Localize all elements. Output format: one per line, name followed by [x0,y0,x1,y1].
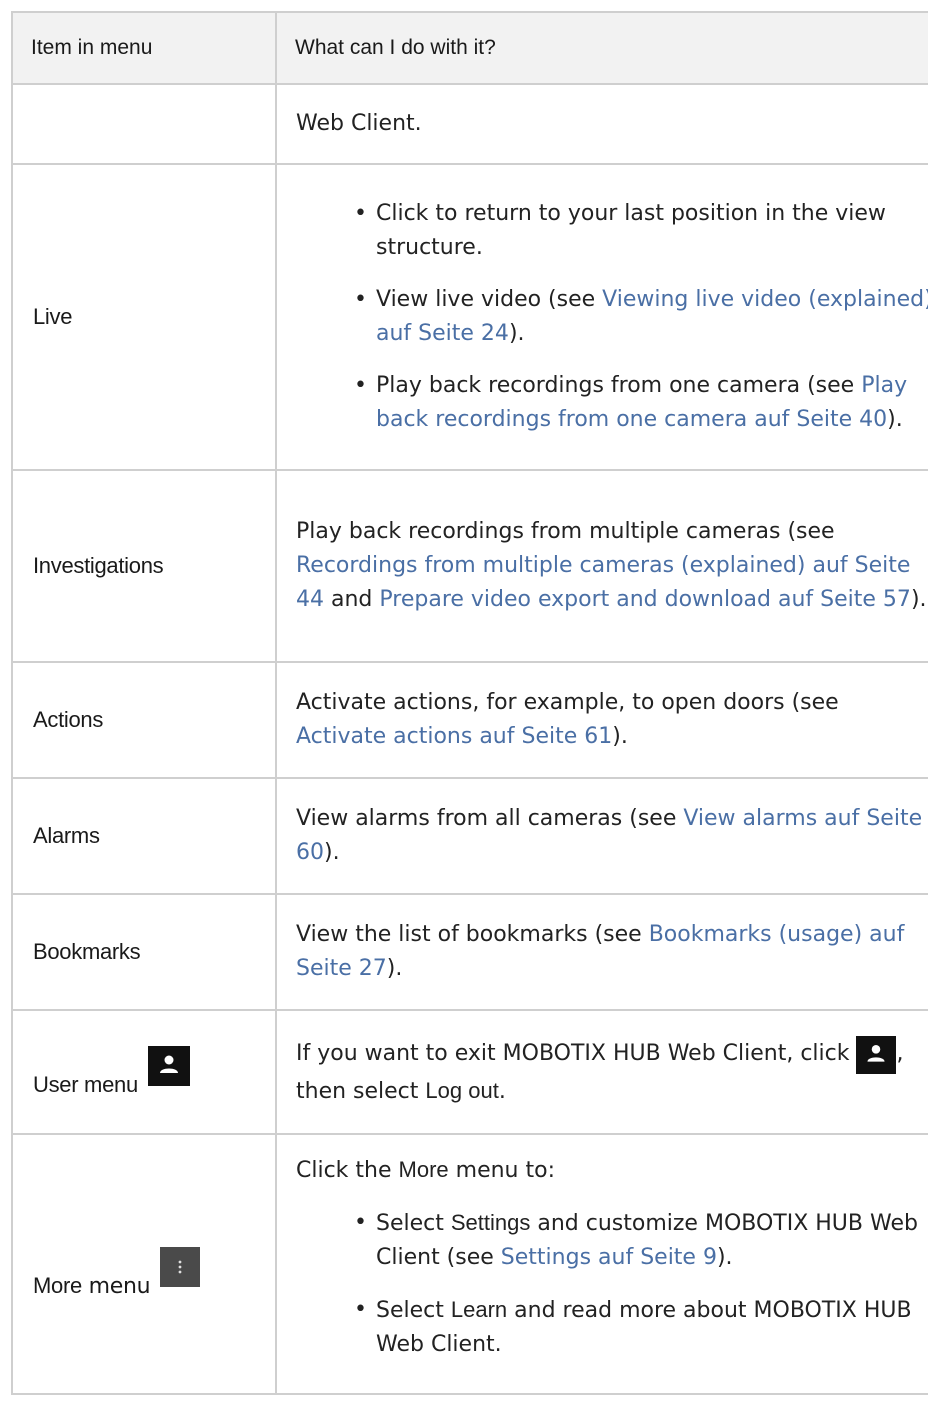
item-investigations: Investigations [11,469,277,663]
desc-cell-more-menu: Click the More menu to: Select Settings … [275,1133,928,1395]
header-item-in-menu: Item in menu [11,11,277,85]
list-item: Select Learn and read more about MOBOTIX… [354,1293,928,1362]
desc-cell-alarms: View alarms from all cameras (see View a… [275,777,928,895]
table-row: User menu If you want to exit MOBOTIX HU… [11,1009,928,1135]
table-row: Investigations Play back recordings from… [11,469,928,663]
vertical-dots-icon[interactable] [160,1247,201,1287]
link-settings[interactable]: Settings auf Seite 9 [501,1245,717,1270]
table-row: Actions Activate actions, for example, t… [11,661,928,779]
table-row: Bookmarks View the list of bookmarks (se… [11,893,928,1011]
table-row: Web Client. [11,83,928,165]
table-row: Live Click to return to your last positi… [11,163,928,471]
user-menu-text: If you want to exit MOBOTIX HUB Web Clie… [296,1035,928,1109]
item-more-menu: More menu [11,1133,277,1395]
list-item: Select Settings and customize MOBOTIX HU… [354,1206,928,1275]
table-header-row: Item in menu What can I do with it? [11,11,928,85]
item-cell-empty [11,83,277,165]
list-item: View live video (see Viewing live video … [354,283,928,351]
item-bookmarks: Bookmarks [11,893,277,1011]
more-menu-intro: Click the More menu to: [296,1157,555,1183]
desc-cell-live: Click to return to your last position in… [275,163,928,471]
item-actions: Actions [11,661,277,779]
list-item: Click to return to your last position in… [354,197,928,265]
item-alarms: Alarms [11,777,277,895]
link-prepare-video-export[interactable]: Prepare video export and download auf Se… [379,587,911,612]
desc-cell-actions: Activate actions, for example, to open d… [275,661,928,779]
more-menu-bullet-list: Select Settings and customize MOBOTIX HU… [296,1206,928,1362]
user-icon[interactable] [147,1046,190,1086]
live-bullet-list: Click to return to your last position in… [296,197,928,437]
item-user-menu: User menu [11,1009,277,1135]
desc-cell-investigations: Play back recordings from multiple camer… [275,469,928,663]
desc-cell-user-menu: If you want to exit MOBOTIX HUB Web Clie… [275,1009,928,1135]
table-row: Alarms View alarms from all cameras (see… [11,777,928,895]
link-activate-actions[interactable]: Activate actions auf Seite 61 [296,724,612,749]
desc-cell-bookmarks: View the list of bookmarks (see Bookmark… [275,893,928,1011]
user-icon[interactable] [856,1035,897,1074]
list-item: Play back recordings from one camera (se… [354,369,928,437]
header-what-can-i-do: What can I do with it? [275,11,928,85]
desc-cell-web-client: Web Client. [275,83,928,165]
menu-items-table: Item in menu What can I do with it? Web … [11,11,928,1395]
web-client-text: Web Client. [296,111,422,136]
table-row: More menu Click the More menu to: Select… [11,1133,928,1395]
item-live: Live [11,163,277,471]
